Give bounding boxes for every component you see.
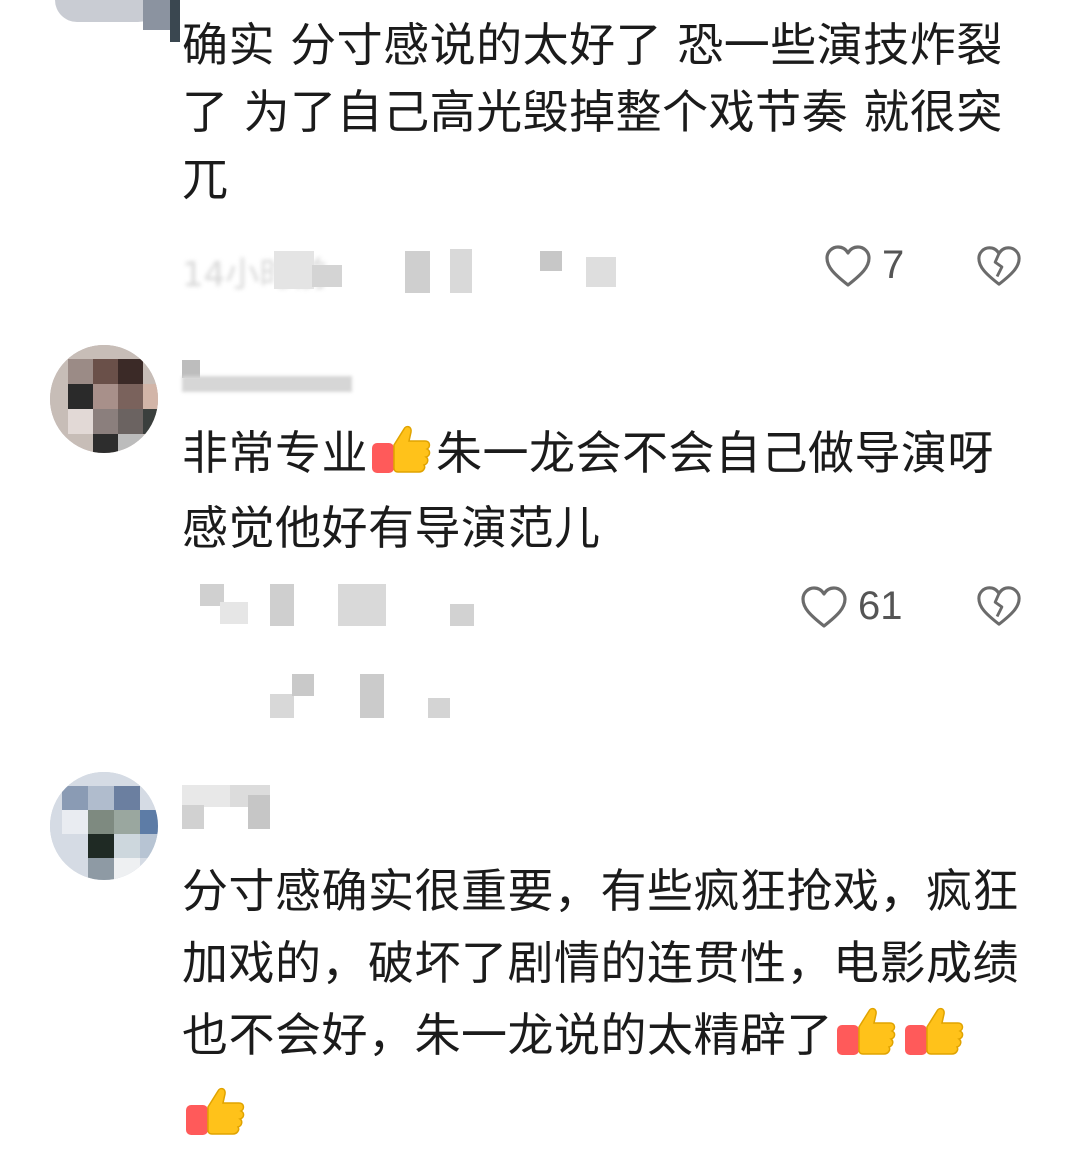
like-button[interactable]: 61 — [800, 584, 903, 629]
broken-heart-icon[interactable] — [976, 244, 1022, 288]
username[interactable] — [182, 785, 272, 831]
username[interactable] — [182, 360, 352, 394]
like-button[interactable]: 7 — [824, 243, 904, 288]
comment-text: 确实 分寸感说的太好了 恐一些演技炸裂了 为了自己高光毁掉整个戏节奏 就很突兀 — [182, 18, 1003, 206]
view-replies-link[interactable] — [270, 672, 460, 720]
comment-meta — [200, 580, 500, 630]
avatar[interactable] — [55, 0, 180, 45]
heart-outline-icon — [824, 244, 872, 288]
thumbs-up-emoji — [835, 1003, 899, 1079]
avatar[interactable] — [50, 345, 158, 453]
like-count: 61 — [858, 584, 903, 628]
comment-text: 非常专业 朱一龙会不会自己做导演呀 感觉他好有导演范儿 — [182, 420, 1032, 562]
thumbs-up-emoji — [184, 1083, 248, 1159]
thumbs-up-emoji — [903, 1003, 967, 1079]
comment-text-part: 非常专业 — [182, 426, 368, 480]
heart-outline-icon — [800, 585, 848, 629]
comment-text: 分寸感确实很重要，有些疯狂抢戏，疯狂加戏的，破坏了剧情的连贯性，电影成绩也不会好… — [182, 855, 1032, 1159]
comment-meta: 14小时前 — [182, 245, 632, 295]
thumbs-up-emoji — [370, 421, 434, 495]
avatar[interactable] — [50, 772, 158, 880]
like-count: 7 — [882, 243, 905, 287]
broken-heart-icon[interactable] — [976, 584, 1022, 628]
